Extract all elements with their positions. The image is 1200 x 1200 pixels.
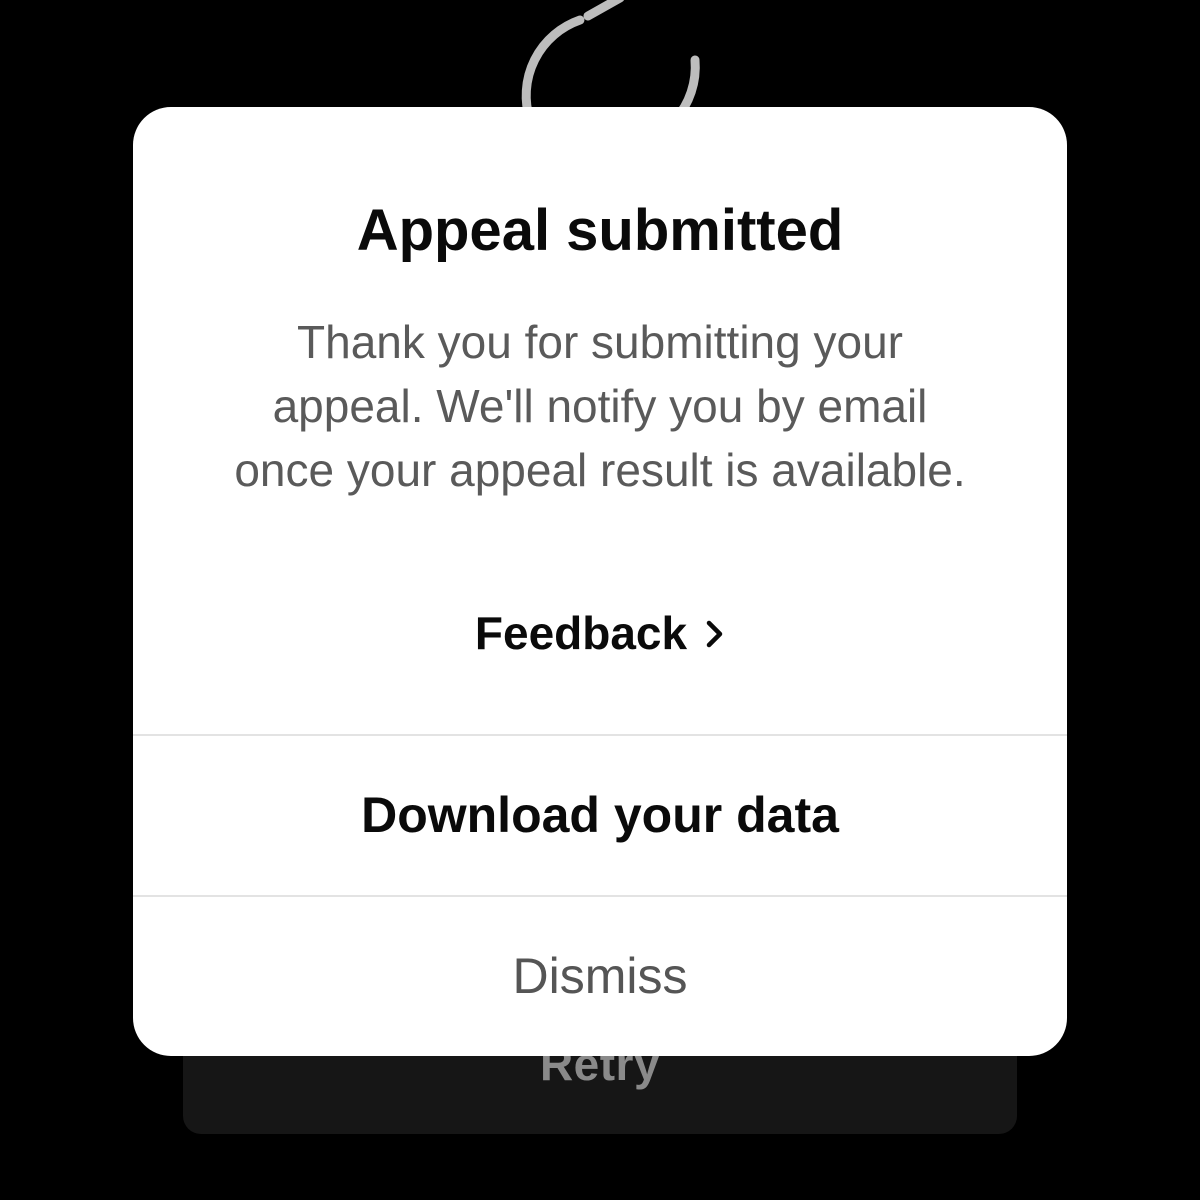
dialog-title: Appeal submitted (356, 198, 844, 263)
download-your-data-button[interactable]: Download your data (133, 736, 1067, 894)
feedback-label: Feedback (474, 607, 688, 659)
dismiss-button[interactable]: Dismiss (133, 897, 1067, 1056)
feedback-link[interactable]: Feedback (0, 606, 1200, 666)
screen: Retry Appeal submitted Thank you for sub… (0, 0, 1200, 1200)
dialog-message: Thank you for submitting your appeal. We… (234, 316, 966, 496)
chevron-right-icon (706, 620, 723, 648)
